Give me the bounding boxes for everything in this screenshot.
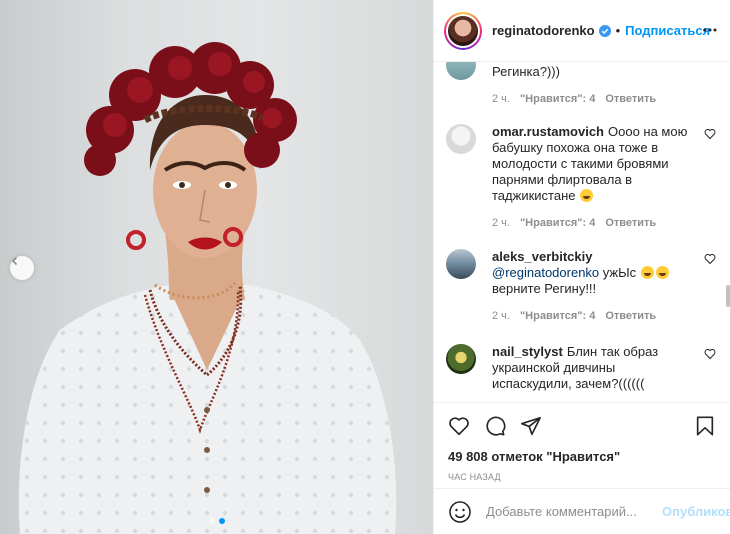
post-header: reginatodorenko • Подписаться	[434, 0, 730, 62]
chevron-left-icon	[11, 256, 18, 266]
author-username[interactable]: reginatodorenko	[492, 23, 595, 38]
comment-time: 2 ч.	[492, 217, 510, 229]
carousel-indicator	[0, 518, 433, 524]
paper-plane-icon	[521, 416, 541, 436]
grinning-face-emoji-icon	[655, 266, 669, 279]
carousel-dot-active	[218, 518, 225, 524]
avatar-image	[448, 15, 478, 46]
commenter-avatar[interactable]	[446, 249, 476, 279]
comment-item: omar.rustamovich Оооо на мою бабушку похо…	[446, 124, 716, 229]
action-icons-row	[448, 411, 716, 441]
carousel-prev-button[interactable]	[10, 256, 34, 280]
comment-text: Регинка?)))	[492, 64, 560, 79]
comment-button[interactable]	[484, 415, 506, 437]
comment-time: 2 ч.	[492, 310, 510, 322]
comment-reply-button[interactable]: Ответить	[605, 310, 656, 322]
comment-like-heart-icon[interactable]	[704, 348, 716, 360]
commenter-username[interactable]: omar.rustamovich	[492, 124, 604, 139]
commenter-username[interactable]: nail_stylyst	[492, 344, 563, 359]
comment-reply-button[interactable]: Ответить	[605, 217, 656, 229]
comment-text: nail_stylyst Блин так образ украинской ди…	[492, 344, 688, 392]
comment-likes-count[interactable]: "Нравится": 4	[520, 310, 595, 322]
comment-time: 2 ч.	[492, 93, 510, 105]
header-separator: •	[615, 23, 621, 38]
comment-mention-link[interactable]: @reginatodorenko	[492, 265, 599, 280]
comment-text: aleks_verbitckiy @reginatodorenko ужЫс в…	[492, 249, 688, 297]
comment-message-cont: верните Регину!!!	[492, 281, 597, 296]
smiley-face-icon	[449, 500, 471, 523]
add-comment-bar: Опубликовать	[434, 488, 730, 534]
commenter-username[interactable]: aleks_verbitckiy	[492, 249, 592, 264]
comments-list[interactable]: Регинка?))) 2 ч. "Нравится": 4 Ответить …	[434, 62, 730, 402]
comment-meta: 2 ч. "Нравится": 4 Ответить	[492, 93, 716, 105]
comment-item: nail_stylyst Блин так образ украинской ди…	[446, 344, 716, 392]
comment-meta: 2 ч. "Нравится": 4 Ответить	[492, 310, 716, 322]
portrait-illustration	[18, 42, 397, 534]
comment-likes-count[interactable]: "Нравится": 4	[520, 93, 595, 105]
comment-item: Регинка?))) 2 ч. "Нравится": 4 Ответить	[446, 62, 716, 105]
author-avatar[interactable]	[444, 11, 482, 50]
comment-item: aleks_verbitckiy @reginatodorenko ужЫс в…	[446, 249, 716, 322]
share-button[interactable]	[520, 415, 542, 437]
post-side-panel: reginatodorenko • Подписаться Регинка?))…	[433, 0, 730, 534]
follow-button[interactable]: Подписаться	[625, 23, 710, 38]
grinning-face-emoji-icon	[580, 189, 594, 202]
bookmark-icon	[696, 416, 714, 436]
likes-count[interactable]: 49 808 отметок "Нравится"	[448, 449, 716, 464]
commenter-avatar[interactable]	[446, 62, 476, 80]
save-button[interactable]	[694, 415, 716, 437]
commenter-avatar[interactable]	[446, 344, 476, 374]
comment-like-heart-icon[interactable]	[704, 128, 716, 140]
comment-text: omar.rustamovich Оооо на мою бабушку похо…	[492, 124, 688, 204]
more-dots-icon	[703, 28, 717, 32]
emoji-picker-button[interactable]	[448, 500, 472, 524]
carousel-dot	[208, 518, 215, 524]
like-button[interactable]	[448, 415, 470, 437]
grinning-face-emoji-icon	[640, 266, 654, 279]
heart-icon	[449, 417, 469, 436]
comments-scrollbar[interactable]	[726, 285, 730, 307]
more-options-button[interactable]	[702, 22, 718, 41]
comment-reply-button[interactable]: Ответить	[605, 93, 656, 105]
verified-badge-icon	[598, 24, 611, 37]
comment-input[interactable]	[486, 504, 662, 519]
comment-meta: 2 ч. "Нравится": 4 Ответить	[492, 217, 716, 229]
post-photo[interactable]	[0, 0, 433, 534]
post-timestamp[interactable]: ЧАС НАЗАД	[448, 472, 716, 482]
comment-likes-count[interactable]: "Нравится": 4	[520, 217, 595, 229]
commenter-avatar[interactable]	[446, 124, 476, 154]
comment-message: ужЫс	[602, 265, 637, 280]
comment-bubble-icon	[486, 416, 506, 436]
comment-like-heart-icon[interactable]	[704, 253, 716, 265]
publish-comment-button[interactable]: Опубликовать	[662, 504, 730, 519]
post-actions: 49 808 отметок "Нравится" ЧАС НАЗАД	[434, 402, 730, 488]
